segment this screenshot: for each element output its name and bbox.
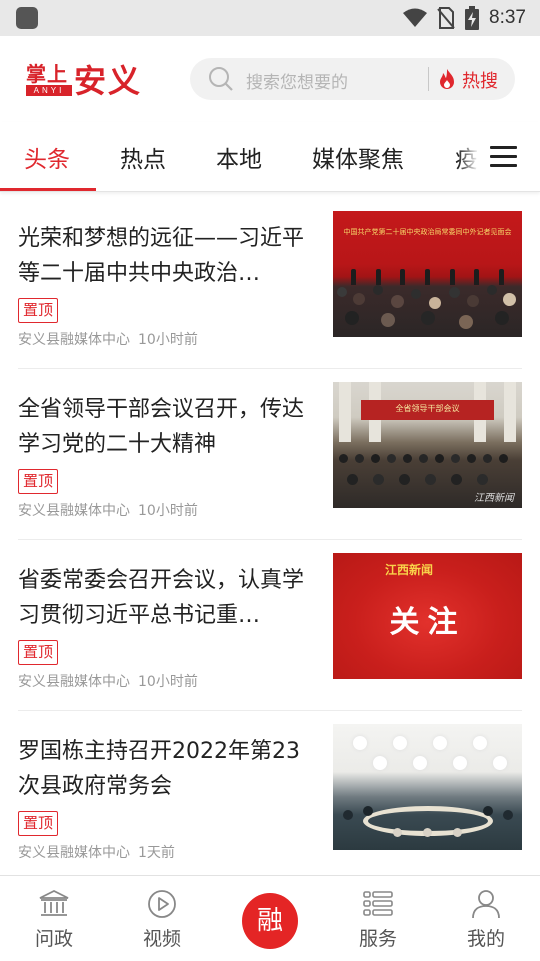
user-profile-icon	[470, 888, 502, 920]
search-icon	[208, 66, 234, 96]
news-time: 1天前	[138, 845, 175, 861]
thumbnail-logo-text: 江西新闻	[385, 563, 434, 577]
news-thumbnail[interactable]: 江西新闻 关注	[333, 553, 522, 679]
news-feed[interactable]: 光荣和梦想的远征——习近平等二十届中共中央政治… 置顶 安义县融媒体中心 10小时…	[0, 193, 540, 875]
status-time: 8:37	[489, 7, 526, 28]
pinned-badge: 置顶	[18, 298, 59, 323]
service-list-icon	[362, 888, 394, 920]
nav-item-video[interactable]: 视频	[108, 876, 216, 961]
thumbnail-caption: 中国共产党第二十届中央政治局常委同中外记者见面会	[343, 228, 512, 236]
item-divider	[18, 368, 522, 369]
bottom-navigation: 问政 视频 融 服务 我的	[0, 875, 540, 960]
item-divider	[18, 539, 522, 540]
news-title[interactable]: 罗国栋主持召开2022年第23次县政府常务会	[18, 734, 318, 804]
battery-charging-icon	[465, 6, 480, 30]
logo-small-text: 掌上	[26, 62, 68, 86]
news-meta: 安义县融媒体中心 10小时前	[18, 500, 198, 520]
search-input[interactable]: 搜索您想要的	[246, 68, 348, 93]
pinned-badge: 置顶	[18, 811, 59, 836]
news-meta: 安义县融媒体中心 10小时前	[18, 671, 198, 691]
thumbnail-logo: 江西新闻	[385, 561, 433, 578]
news-thumbnail[interactable]: 全省领导干部会议 江西新闻	[333, 382, 522, 508]
news-item[interactable]: 全省领导干部会议召开，传达学习党的二十大精神 置顶 安义县融媒体中心 10小时前 …	[18, 382, 522, 520]
nav-label: 问政	[34, 928, 73, 950]
nav-item-profile[interactable]: 我的	[432, 876, 540, 961]
news-meta: 安义县融媒体中心 10小时前	[18, 329, 198, 349]
nav-label: 视频	[142, 928, 181, 950]
news-source: 安义县融媒体中心	[18, 845, 130, 861]
tab-local[interactable]: 本地	[216, 140, 262, 174]
nav-item-inquiry[interactable]: 问政	[0, 876, 108, 961]
thumbnail-caption: 关注	[389, 605, 466, 640]
thumbnail-watermark: 江西新闻	[474, 493, 514, 504]
search-bar[interactable]: 搜索您想要的 热搜	[190, 58, 515, 100]
item-divider	[18, 710, 522, 711]
status-icons: 8:37	[403, 0, 526, 36]
logo-pinyin: ANYI	[26, 85, 72, 96]
active-tab-indicator	[0, 188, 96, 191]
news-item[interactable]: 省委常委会召开会议，认真学习贯彻习近平总书记重… 置顶 安义县融媒体中心 10小时…	[18, 553, 522, 691]
search-divider	[428, 67, 429, 91]
app-notification-icon	[16, 7, 38, 29]
nav-label: 我的	[466, 928, 505, 950]
news-time: 10小时前	[138, 674, 198, 690]
news-thumbnail[interactable]: 中国共产党第二十届中央政治局常委同中外记者见面会	[333, 211, 522, 337]
menu-icon[interactable]	[490, 146, 518, 168]
news-title[interactable]: 光荣和梦想的远征——习近平等二十届中共中央政治…	[18, 221, 318, 291]
wifi-icon	[403, 8, 428, 28]
thumbnail-crowd	[333, 281, 522, 337]
news-title[interactable]: 全省领导干部会议召开，传达学习党的二十大精神	[18, 392, 318, 462]
government-building-icon	[38, 888, 70, 920]
news-item[interactable]: 罗国栋主持召开2022年第23次县政府常务会 置顶 安义县融媒体中心 1天前	[18, 724, 522, 862]
app-header: 掌上 ANYI 安义 搜索您想要的 热搜	[0, 36, 540, 122]
news-thumbnail[interactable]	[333, 724, 522, 850]
logo-big-text: 安义	[74, 62, 143, 100]
news-source: 安义县融媒体中心	[18, 674, 130, 690]
app-logo: 掌上 ANYI 安义	[24, 58, 154, 100]
no-sim-icon	[437, 7, 455, 29]
tab-headlines[interactable]: 头条	[24, 140, 70, 174]
thumbnail-crowd	[333, 800, 522, 850]
tab-media-focus[interactable]: 媒体聚焦	[312, 140, 404, 174]
thumbnail-caption: 全省领导干部会议	[395, 404, 460, 413]
play-circle-icon	[146, 888, 178, 920]
status-bar: 8:37	[0, 0, 540, 36]
category-tabs: 头条 热点 本地 媒体聚焦 疫	[0, 122, 540, 192]
news-meta: 安义县融媒体中心 1天前	[18, 842, 175, 862]
news-source: 安义县融媒体中心	[18, 503, 130, 519]
news-time: 10小时前	[138, 503, 198, 519]
news-item[interactable]: 光荣和梦想的远征——习近平等二十届中共中央政治… 置顶 安义县融媒体中心 10小时…	[18, 211, 522, 349]
hot-search-button[interactable]: 热搜	[462, 67, 498, 93]
nav-item-service[interactable]: 服务	[324, 876, 432, 961]
pinned-badge: 置顶	[18, 469, 59, 494]
nav-label: 服务	[358, 928, 397, 950]
news-time: 10小时前	[138, 332, 198, 348]
flame-icon[interactable]	[437, 68, 457, 94]
news-source: 安义县融媒体中心	[18, 332, 130, 348]
center-fusion-button[interactable]: 融	[242, 893, 298, 949]
thumbnail-ceiling-lights	[333, 732, 522, 782]
news-title[interactable]: 省委常委会召开会议，认真学习贯彻习近平总书记重…	[18, 563, 318, 633]
tab-hot[interactable]: 热点	[120, 140, 166, 174]
pinned-badge: 置顶	[18, 640, 59, 665]
